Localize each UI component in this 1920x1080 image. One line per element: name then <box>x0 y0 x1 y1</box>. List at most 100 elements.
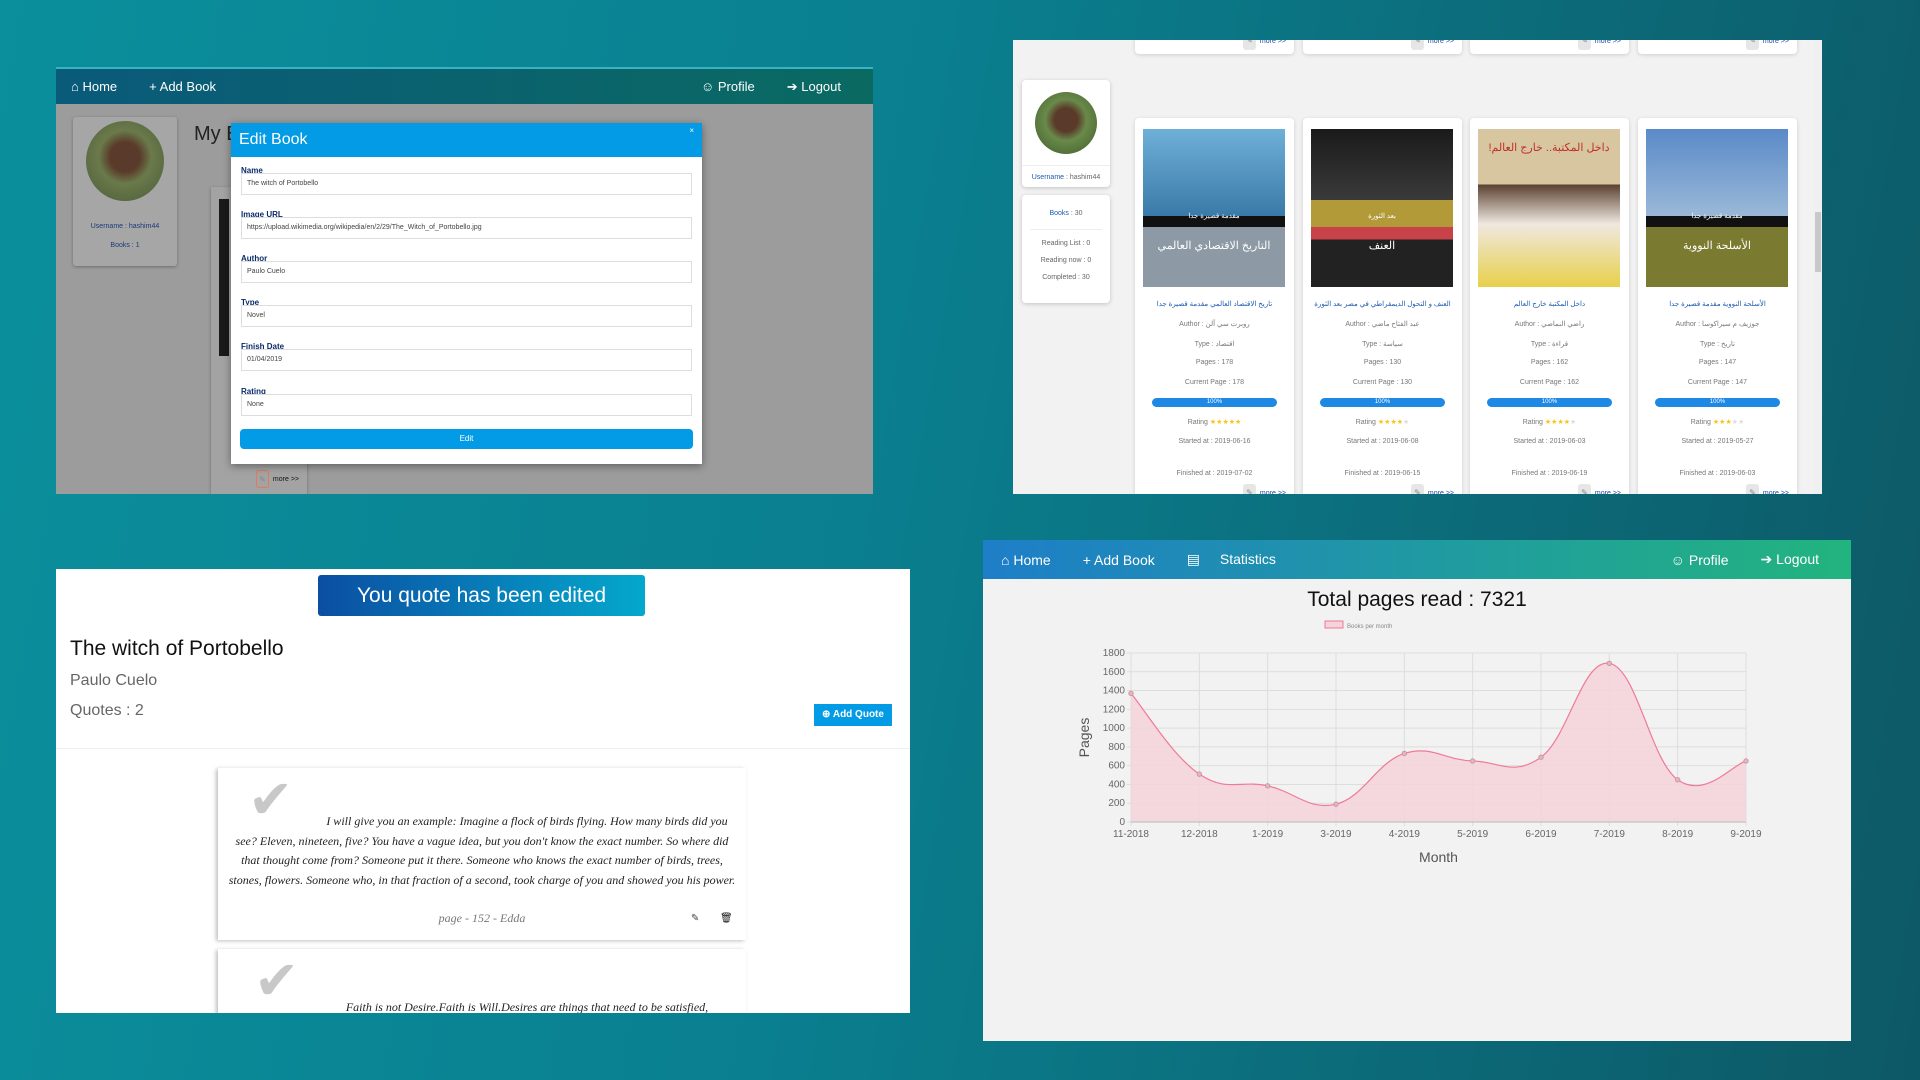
book-started: Started at : 2019-06-08 <box>1346 438 1419 445</box>
more-link[interactable]: more >> <box>273 476 299 483</box>
x-tick-label: 8-2019 <box>1662 829 1694 840</box>
more-link[interactable]: more >> <box>1595 490 1621 495</box>
navbar: ⌂ Home + Add Book ☺ Profile ➔ Logout <box>56 67 873 104</box>
close-icon[interactable]: × <box>689 126 694 135</box>
y-tick-label: 0 <box>1119 817 1125 828</box>
quote-text: Faith is not Desire.Faith is Will.Desire… <box>345 1000 709 1013</box>
edit-book-screen: ⌂ Home + Add Book ☺ Profile ➔ Logout Use… <box>56 67 873 494</box>
nav-add-book[interactable]: + Add Book <box>149 79 232 94</box>
x-tick-label: 7-2019 <box>1594 829 1626 840</box>
x-axis-title: Month <box>1419 849 1458 865</box>
quotes-count: Quotes : 2 <box>70 702 144 719</box>
scrollbar[interactable] <box>1814 40 1822 494</box>
book-card-prev-row: ✎ more >> <box>1135 40 1294 54</box>
add-quote-button[interactable]: ⊕ Add Quote <box>814 704 892 726</box>
edit-icon[interactable]: ✎ <box>691 913 699 924</box>
finish-date-input[interactable]: 01/04/2019 <box>241 349 692 371</box>
nav-add-book-label: Add Book <box>1094 551 1155 568</box>
edit-icon[interactable]: ✎ <box>1242 484 1256 494</box>
completed-count: Completed : 30 <box>1042 274 1090 281</box>
y-tick-label: 800 <box>1108 742 1125 753</box>
username: Username : hashim44 <box>1022 165 1110 181</box>
nav-profile-label: Profile <box>717 79 755 94</box>
edit-icon[interactable]: ✎ <box>1410 40 1424 50</box>
modal-title: Edit Book <box>239 131 308 148</box>
nav-add-book[interactable]: + Add Book <box>1083 552 1171 568</box>
book-current-page: Current Page : 147 <box>1687 379 1748 386</box>
more-link[interactable]: more >> <box>1428 40 1454 45</box>
data-point <box>1401 750 1408 757</box>
edit-icon[interactable]: ✎ <box>1577 40 1591 50</box>
more-button[interactable]: ✎ more >> <box>1745 484 1789 495</box>
book-current-page: Current Page : 162 <box>1519 379 1580 386</box>
edit-icon[interactable]: ✎ <box>1242 40 1256 50</box>
book-pages: Pages : 178 <box>1195 359 1234 366</box>
more-button[interactable]: ✎ more >> <box>255 470 299 488</box>
edit-submit-button[interactable]: Edit <box>240 429 693 449</box>
book-title: The witch of Portobello <box>70 637 284 660</box>
book-title-link[interactable]: تاريخ الاقتصاد العالمي مقدمة قصيرة جدا <box>1135 300 1294 308</box>
y-tick-label: 1200 <box>1103 704 1126 715</box>
author-input[interactable]: Paulo Cuelo <box>241 261 692 283</box>
book-title-link[interactable]: الأسلحة النووية مقدمة قصيرة جدا <box>1638 300 1797 308</box>
x-tick-label: 5-2019 <box>1457 829 1489 840</box>
book-title-link[interactable]: داخل المكتبة خارج العالم <box>1470 300 1629 308</box>
edit-icon[interactable]: ✎ <box>1745 40 1759 50</box>
book-type: Type : اقتصاد <box>1194 341 1235 348</box>
more-button[interactable]: ✎ more >> <box>1242 484 1286 495</box>
more-button[interactable]: ✎ more >> <box>1577 40 1621 50</box>
book-title-link[interactable]: العنف و التحول الديمقراطي في مصر بعد الث… <box>1303 300 1462 308</box>
data-point <box>1538 754 1544 760</box>
book-type: Type : قراءة <box>1530 341 1569 348</box>
name-input[interactable]: The witch of Portobello <box>241 173 692 195</box>
more-link[interactable]: more >> <box>1428 490 1454 495</box>
data-point <box>1196 771 1203 777</box>
edit-icon[interactable]: ✎ <box>1577 484 1591 494</box>
nav-logout-label: Logout <box>801 78 841 94</box>
more-link[interactable]: more >> <box>1763 40 1789 45</box>
reading-list-count: Reading List : 0 <box>1041 240 1091 247</box>
more-button[interactable]: ✎ more >> <box>1242 40 1286 50</box>
nav-profile[interactable]: ☺ Profile <box>1671 552 1745 568</box>
book-count: Books : 1 <box>110 242 140 249</box>
edit-icon[interactable]: ✎ <box>1745 484 1759 494</box>
nav-logout[interactable]: ➔ Logout <box>1761 551 1835 568</box>
data-point <box>1333 801 1339 807</box>
edit-icon[interactable]: ✎ <box>255 470 269 488</box>
edit-icon[interactable]: ✎ <box>1410 484 1424 494</box>
more-link[interactable]: more >> <box>1595 40 1621 45</box>
more-link[interactable]: more >> <box>1763 490 1789 495</box>
nav-home[interactable]: ⌂ Home <box>1001 552 1067 568</box>
plus-circle-icon: ⊕ <box>822 709 831 720</box>
data-point <box>1674 777 1681 783</box>
more-button[interactable]: ✎ more >> <box>1577 484 1621 495</box>
rating-label: Rating <box>1187 419 1208 426</box>
trash-icon[interactable]: 🗑 <box>720 913 733 924</box>
book-author: Paulo Cuelo <box>70 672 158 689</box>
more-button[interactable]: ✎ more >> <box>1410 40 1454 50</box>
more-link[interactable]: more >> <box>1260 490 1286 495</box>
book-pages: Pages : 130 <box>1363 359 1402 366</box>
type-input[interactable]: Novel <box>241 305 692 327</box>
books-count: Books : 30 <box>1022 210 1110 217</box>
y-tick-label: 1000 <box>1103 723 1126 734</box>
nav-profile[interactable]: ☺ Profile <box>701 79 771 94</box>
rating-input[interactable]: None <box>241 394 692 416</box>
book-author: Author : راضي النماصي <box>1514 321 1585 328</box>
more-button[interactable]: ✎ more >> <box>1410 484 1454 495</box>
nav-home[interactable]: ⌂ Home <box>71 79 133 94</box>
cover-series: مقدمة قصيرة جدا <box>1691 213 1743 220</box>
nav-logout[interactable]: ➔ Logout <box>787 79 857 95</box>
username: Username : hashim44 <box>90 223 160 230</box>
nav-home-label: Home <box>1013 551 1051 568</box>
more-link[interactable]: more >> <box>1260 40 1286 45</box>
scrollbar-thumb[interactable] <box>1815 212 1821 272</box>
nav-logout-label: Logout <box>1776 551 1819 567</box>
nav-statistics-label: Statistics <box>1219 551 1276 567</box>
image-url-input[interactable]: https://upload.wikimedia.org/wikipedia/e… <box>241 217 692 239</box>
more-button[interactable]: ✎ more >> <box>1745 40 1789 50</box>
add-quote-label: Add Quote <box>832 709 884 720</box>
book-card-prev-row: ✎ more >> <box>1303 40 1462 54</box>
nav-statistics[interactable]: ▤ Statistics <box>1187 551 1292 568</box>
book-pages: Pages : 162 <box>1530 359 1569 366</box>
